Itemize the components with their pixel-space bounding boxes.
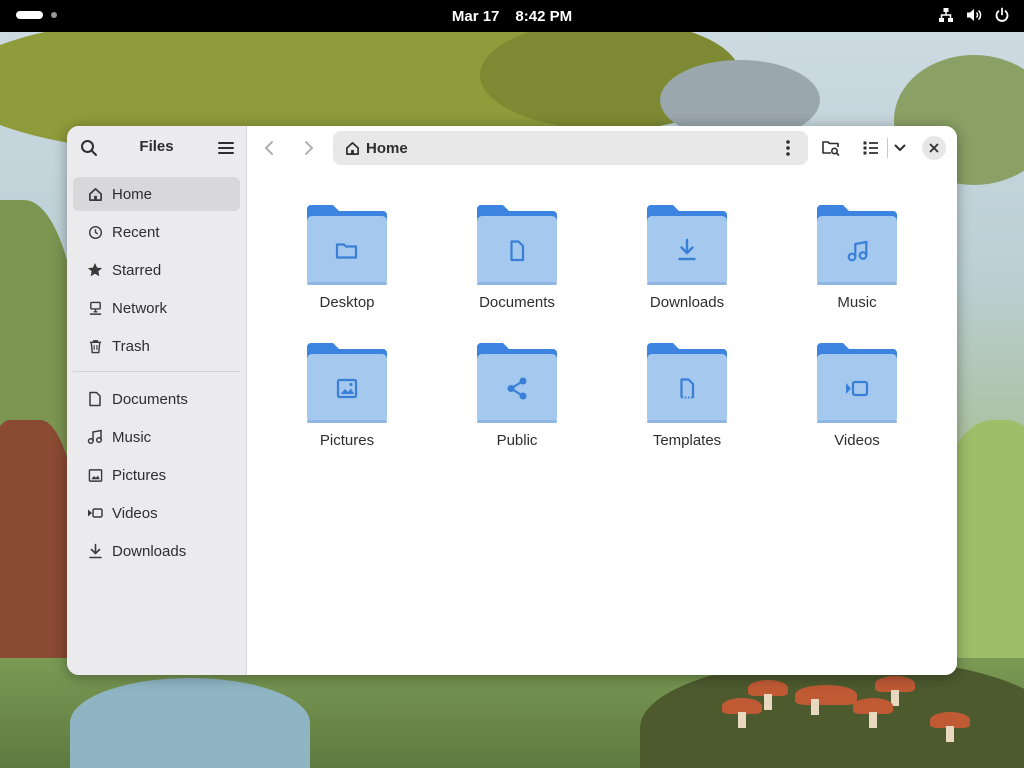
chevron-left-icon [265,141,273,155]
sidebar-item-music[interactable]: Music [73,420,240,454]
close-button[interactable] [922,136,946,160]
folder-icon [477,341,557,423]
forward-button[interactable] [295,134,323,162]
document-icon [87,391,103,407]
clock-icon [87,224,103,240]
folder-music[interactable]: Music [797,170,917,311]
files-window: Files Home Recent Starred Network Trash … [67,126,957,675]
sidebar-header: Files [67,126,246,170]
folder-pictures[interactable]: Pictures [287,308,407,449]
home-icon [346,141,359,155]
view-mode-button[interactable] [857,134,885,162]
sidebar-item-label: Documents [112,390,188,408]
location-menu-button[interactable] [774,134,802,162]
main-menu-button[interactable] [212,134,240,162]
folder-label: Templates [652,432,722,449]
folder-label: Public [496,432,538,449]
sidebar-item-label: Recent [112,223,160,241]
video-icon [87,505,103,521]
system-tray[interactable] [938,7,1010,23]
chevron-right-icon [305,141,313,155]
top-bar: Mar 17 8:42 PM [0,0,1024,32]
trash-icon [87,338,103,354]
folder-icon [477,203,557,285]
clock[interactable]: Mar 17 8:42 PM [0,0,1024,32]
sidebar-item-network[interactable]: Network [73,291,240,325]
folder-public[interactable]: Public [457,308,577,449]
sidebar-item-label: Trash [112,337,150,355]
sidebar-separator [73,371,240,372]
download-icon [87,543,103,559]
search-in-folder-button[interactable] [817,134,845,162]
sidebar-item-downloads[interactable]: Downloads [73,534,240,568]
folder-icon [817,203,897,285]
folder-grid: Desktop Documents Downloads Music Pictur… [247,170,957,675]
network-icon [87,300,103,316]
music-icon [87,429,103,445]
header-bar: Home [247,126,957,170]
folder-documents[interactable]: Documents [457,170,577,311]
folder-icon [307,341,387,423]
folder-templates[interactable]: Templates [627,308,747,449]
hamburger-menu-icon [218,142,234,154]
network-icon [938,7,954,23]
folder-label: Pictures [319,432,375,449]
sidebar-item-trash[interactable]: Trash [73,329,240,363]
home-icon [87,186,103,202]
star-icon [87,262,103,278]
folder-icon [647,341,727,423]
current-location: Home [366,139,408,157]
folder-icon [817,341,897,423]
sidebar-item-label: Home [112,185,153,203]
sidebar-item-documents[interactable]: Documents [73,382,240,416]
folder-label: Videos [834,432,880,449]
more-vertical-icon [786,140,790,156]
folder-search-icon [822,141,840,156]
sidebar-item-label: Downloads [112,542,187,560]
folder-icon [307,203,387,285]
sidebar-item-pictures[interactable]: Pictures [73,458,240,492]
sidebar-item-label: Starred [112,261,162,279]
places-list: Home Recent Starred Network Trash Docume… [73,177,240,572]
list-view-icon [863,141,878,155]
sidebar-item-label: Network [112,299,168,317]
main-pane: Home Desktop Documents Downloads Music P… [247,126,957,675]
sidebar: Files Home Recent Starred Network Trash … [67,126,247,675]
chevron-down-icon [894,144,906,151]
power-icon [994,7,1010,23]
back-button[interactable] [255,134,283,162]
view-options-dropdown[interactable] [890,134,910,162]
sidebar-item-home[interactable]: Home [73,177,240,211]
volume-icon [966,7,982,23]
clock-date: Mar 17 [451,7,500,25]
clock-time: 8:42 PM [515,7,573,25]
folder-videos[interactable]: Videos [797,308,917,449]
sidebar-item-videos[interactable]: Videos [73,496,240,530]
folder-icon [647,203,727,285]
sidebar-item-starred[interactable]: Starred [73,253,240,287]
folder-downloads[interactable]: Downloads [627,170,747,311]
sidebar-item-recent[interactable]: Recent [73,215,240,249]
path-bar[interactable]: Home [333,131,808,165]
image-icon [87,467,103,483]
sidebar-item-label: Videos [112,504,158,522]
close-icon [929,143,939,153]
view-button-divider [887,138,888,158]
sidebar-item-label: Music [112,428,152,446]
sidebar-item-label: Pictures [112,466,167,484]
folder-desktop[interactable]: Desktop [287,170,407,311]
